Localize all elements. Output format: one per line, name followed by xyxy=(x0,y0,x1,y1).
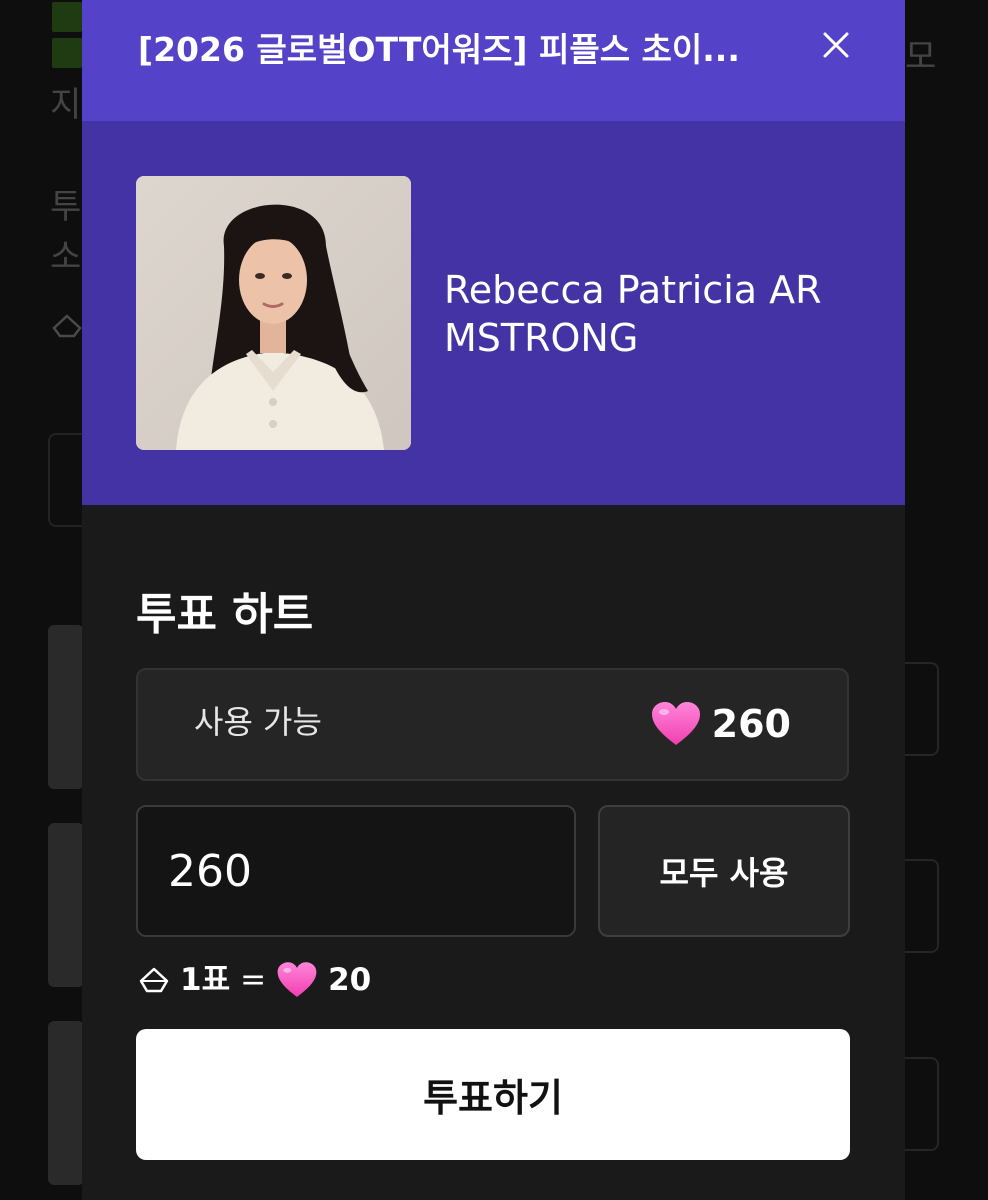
close-icon xyxy=(823,32,849,58)
heart-amount-input[interactable] xyxy=(136,805,576,937)
background-thumbnail xyxy=(48,823,84,987)
available-hearts-value: 260 xyxy=(711,702,791,746)
modal-title: [2026 글로벌OTT어워즈] 피플스 초이... xyxy=(138,30,740,69)
use-all-button[interactable]: 모두 사용 xyxy=(598,805,850,937)
heart-icon xyxy=(651,702,700,745)
candidate-name: Rebecca Patricia ARMSTRONG xyxy=(444,268,822,360)
modal-header: [2026 글로벌OTT어워즈] 피플스 초이... xyxy=(82,0,905,121)
available-hearts-box: 사용 가능 260 xyxy=(136,668,849,781)
vote-rate: 1표 = 20 xyxy=(138,958,371,1002)
vote-button[interactable]: 투표하기 xyxy=(136,1029,850,1160)
background-text: 지 xyxy=(50,85,82,125)
background-button xyxy=(905,1057,939,1151)
rate-votes: 1표 xyxy=(180,962,231,998)
rate-equals: = xyxy=(240,962,267,998)
section-title: 투표 하트 xyxy=(136,589,314,640)
page: 지 투 소 모 [2026 글로벌OTT어워즈] 피플스 초이... Rebec… xyxy=(0,0,988,1200)
background-button xyxy=(905,859,939,953)
background-thumbnail xyxy=(48,1021,84,1185)
check-icon xyxy=(52,2,82,32)
available-label: 사용 가능 xyxy=(194,703,322,741)
background-thumbnail xyxy=(48,625,84,789)
background-button xyxy=(905,662,939,756)
candidate-photo xyxy=(136,176,411,450)
check-icon xyxy=(52,38,82,68)
ticket-icon xyxy=(139,967,169,993)
background-text: 모 xyxy=(905,37,937,77)
candidate-profile: Rebecca Patricia ARMSTRONG xyxy=(82,121,905,505)
available-value-group: 260 xyxy=(650,700,791,748)
heart-icon xyxy=(277,962,317,997)
ticket-icon xyxy=(52,314,82,347)
close-button[interactable] xyxy=(818,27,854,63)
vote-modal: [2026 글로벌OTT어워즈] 피플스 초이... Rebecca Patri… xyxy=(82,0,905,1200)
background-text: 소 xyxy=(50,237,82,277)
background-text: 투 xyxy=(50,187,82,227)
rate-hearts: 20 xyxy=(328,962,372,998)
